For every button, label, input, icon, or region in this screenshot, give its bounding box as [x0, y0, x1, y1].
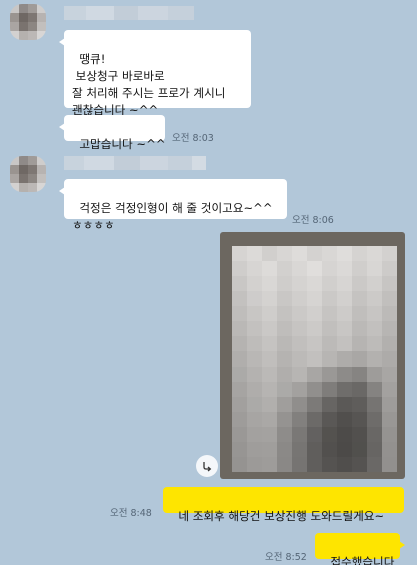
sender-avatar-2[interactable] — [10, 156, 46, 192]
message-text: 땡큐! 보상청구 바로바로 잘 처리해 주시는 프로가 계시니 괜찮습니다 ~^… — [72, 52, 226, 117]
message-bubble[interactable]: 고맙습니다 ~^^ — [59, 115, 166, 151]
chat-window: { "chat": { "messages": [ {"sender": "ot… — [0, 0, 417, 565]
shared-photo[interactable] — [220, 232, 405, 479]
message-bubble[interactable]: 접수했습니다 — [315, 533, 405, 565]
message-text: 접수했습니다 — [330, 555, 395, 565]
sender-name-2 — [64, 156, 206, 170]
message-time: 오전 8:52 — [265, 552, 307, 563]
message-time: 오전 8:03 — [172, 133, 214, 144]
photo-content — [232, 246, 397, 472]
message-text: 걱정은 걱정인형이 해 줄 것이고요~^^ ㅎㅎㅎㅎ — [72, 201, 273, 232]
share-arrow-icon — [203, 462, 212, 472]
message-bubble[interactable]: 네 조회후 해당건 보상진행 도와드릴게요~ — [163, 487, 404, 523]
message-text: 네 조회후 해당건 보상진행 도와드릴게요~ — [178, 509, 385, 523]
message-bubble[interactable]: 걱정은 걱정인형이 해 줄 것이고요~^^ ㅎㅎㅎㅎ — [59, 179, 287, 232]
message-time: 오전 8:48 — [110, 508, 152, 519]
share-button[interactable] — [196, 455, 218, 477]
message-text: 고맙습니다 ~^^ — [79, 137, 166, 151]
message-bubble[interactable]: 땡큐! 보상청구 바로바로 잘 처리해 주시는 프로가 계시니 괜찮습니다 ~^… — [59, 30, 251, 117]
message-time: 오전 8:06 — [292, 215, 334, 226]
sender-avatar-1[interactable] — [10, 4, 46, 40]
sender-name-1 — [64, 6, 194, 20]
